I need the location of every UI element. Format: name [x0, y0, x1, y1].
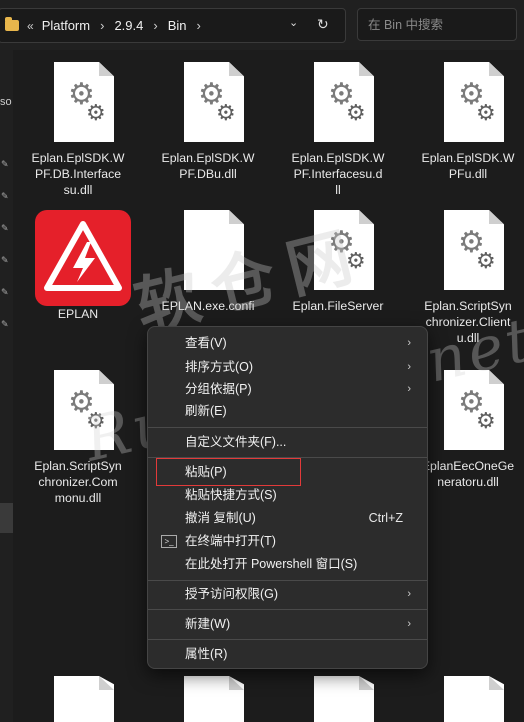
- file-name-line: EPLAN: [57, 307, 99, 321]
- file-name-line: Eplan.EplSDK.W: [291, 151, 385, 165]
- blank-file-icon[interactable]: [314, 676, 374, 722]
- file-name-line: chronizer.Com: [38, 475, 118, 489]
- file-name: Eplan.EplSDK.W PF.DB.Interface su.dll: [8, 150, 148, 198]
- submenu-arrow-icon: ›: [407, 337, 411, 349]
- blank-file-icon[interactable]: [184, 676, 244, 722]
- submenu-arrow-icon: ›: [407, 588, 411, 600]
- menu-item-terminal[interactable]: >_ 在终端中打开(T): [152, 529, 423, 553]
- breadcrumb-platform[interactable]: Platform: [42, 18, 90, 33]
- gear-icon: ⚙: [346, 100, 366, 125]
- menu-label: 分组依据(P): [185, 382, 252, 396]
- menu-label: 刷新(E): [185, 404, 227, 418]
- menu-label: 在此处打开 Powershell 窗口(S): [185, 557, 358, 571]
- dll-file-icon: ⚙ ⚙: [314, 62, 374, 142]
- file-name: EPLAN: [8, 306, 148, 322]
- breadcrumb-separator-icon[interactable]: ›: [100, 18, 104, 33]
- menu-divider: [148, 580, 427, 581]
- menu-label: 查看(V): [185, 336, 227, 350]
- file-name-line: Eplan.EplSDK.W: [421, 151, 515, 165]
- menu-label: 排序方式(O): [185, 360, 254, 374]
- menu-label: 粘贴快捷方式(S): [185, 488, 277, 502]
- file-name-line: ll: [335, 183, 341, 197]
- address-bar-region: « Platform › 2.9.4 › Bin › ⌄ ↻ 在 Bin 中搜索: [0, 0, 524, 50]
- submenu-arrow-icon: ›: [407, 618, 411, 630]
- menu-item-paste-shortcut[interactable]: 粘贴快捷方式(S): [152, 483, 423, 507]
- menu-item-new[interactable]: 新建(W) ›: [152, 612, 423, 636]
- file-name-line: PF.Interfacesu.d: [293, 167, 383, 181]
- file-name-line: PFu.dll: [448, 167, 488, 181]
- file-name-line: PF.DBu.dll: [179, 167, 237, 181]
- folder-icon: [5, 17, 19, 31]
- pin-icon: ✎: [1, 223, 9, 233]
- nav-selected-item[interactable]: [0, 503, 13, 533]
- search-input[interactable]: 在 Bin 中搜索: [357, 8, 517, 41]
- breadcrumb-separator-icon[interactable]: ›: [197, 18, 201, 33]
- submenu-arrow-icon: ›: [407, 361, 411, 373]
- dll-file-icon: ⚙ ⚙: [54, 62, 114, 142]
- overflow-chevron-icon[interactable]: «: [27, 19, 34, 33]
- breadcrumb-bin[interactable]: Bin: [168, 18, 187, 33]
- context-menu: 查看(V) › 排序方式(O) › 分组依据(P) › 刷新(E) 自定义文件夹…: [147, 326, 428, 669]
- address-bar[interactable]: « Platform › 2.9.4 › Bin › ⌄ ↻: [0, 8, 346, 43]
- menu-label: 新建(W): [185, 617, 231, 631]
- menu-item-group[interactable]: 分组依据(P) ›: [152, 377, 423, 401]
- blank-file-icon[interactable]: [444, 676, 504, 722]
- menu-item-give-access[interactable]: 授予访问权限(G) ›: [152, 582, 423, 606]
- menu-label: 属性(R): [185, 647, 228, 661]
- file-name-line: Eplan.EplSDK.W: [161, 151, 255, 165]
- menu-item-view[interactable]: 查看(V) ›: [152, 331, 423, 355]
- breadcrumb-version[interactable]: 2.9.4: [114, 18, 143, 33]
- menu-item-paste[interactable]: 粘贴(P): [152, 460, 423, 484]
- file-name-line: PF.DB.Interface: [34, 167, 122, 181]
- file-name: Eplan.EplSDK.W PF.Interfacesu.d ll: [268, 150, 408, 198]
- menu-item-properties[interactable]: 属性(R): [152, 642, 423, 666]
- menu-item-customize[interactable]: 自定义文件夹(F)...: [152, 430, 423, 454]
- menu-label: 授予访问权限(G): [185, 587, 279, 601]
- gear-icon: ⚙: [476, 248, 496, 273]
- file-name: Eplan.EplSDK.W PFu.dll: [398, 150, 524, 182]
- menu-item-sort[interactable]: 排序方式(O) ›: [152, 355, 423, 379]
- menu-item-undo[interactable]: 撤消 复制(U) Ctrl+Z: [152, 506, 423, 530]
- dll-file-icon: ⚙ ⚙: [444, 210, 504, 290]
- terminal-icon: >_: [161, 535, 177, 548]
- menu-divider: [148, 639, 427, 640]
- breadcrumb-separator-icon[interactable]: ›: [153, 18, 157, 33]
- file-name-line: Eplan.EplSDK.W: [31, 151, 125, 165]
- menu-divider: [148, 427, 427, 428]
- file-name-line: su.dll: [63, 183, 93, 197]
- pin-icon: ✎: [1, 287, 9, 297]
- menu-divider: [148, 609, 427, 610]
- menu-label: 撤消 复制(U): [185, 511, 256, 525]
- menu-label: 自定义文件夹(F)...: [185, 435, 287, 449]
- nav-item-fragment[interactable]: so: [0, 96, 12, 108]
- file-name-line: monu.dll: [54, 491, 102, 505]
- gear-icon: ⚙: [216, 100, 236, 125]
- menu-label: 在终端中打开(T): [185, 534, 276, 548]
- menu-item-refresh[interactable]: 刷新(E): [152, 399, 423, 423]
- submenu-arrow-icon: ›: [407, 383, 411, 395]
- file-name: Eplan.EplSDK.W PF.DBu.dll: [138, 150, 278, 182]
- menu-label: 粘贴(P): [185, 465, 227, 479]
- blank-file-icon[interactable]: [54, 676, 114, 722]
- gear-icon: ⚙: [476, 408, 496, 433]
- gear-icon: ⚙: [476, 100, 496, 125]
- eplan-app-icon: [35, 210, 131, 306]
- menu-shortcut: Ctrl+Z: [368, 511, 403, 525]
- pin-icon: ✎: [1, 255, 9, 265]
- menu-item-powershell[interactable]: 在此处打开 Powershell 窗口(S): [152, 552, 423, 576]
- gear-icon: ⚙: [86, 100, 106, 125]
- refresh-icon[interactable]: ↻: [317, 16, 329, 33]
- dll-file-icon: ⚙ ⚙: [444, 62, 504, 142]
- dll-file-icon: ⚙ ⚙: [184, 62, 244, 142]
- history-dropdown-icon[interactable]: ⌄: [289, 16, 298, 29]
